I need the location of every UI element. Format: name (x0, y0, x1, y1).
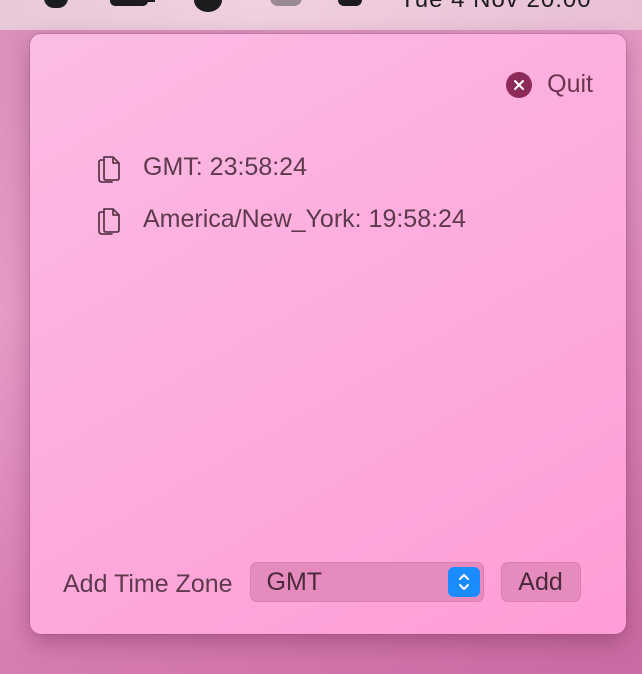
menu-bar-clock[interactable]: Tue 4 Nov 20:00 (400, 0, 592, 14)
quit-label: Quit (547, 70, 593, 98)
music-note-icon[interactable] (44, 0, 68, 8)
close-icon (506, 71, 533, 98)
speaker-icon[interactable] (270, 0, 302, 6)
menu-bar: Tue 4 Nov 20:00 (0, 0, 642, 30)
copy-icon[interactable] (95, 151, 123, 183)
timezone-popover: Quit GMT: 23:58:24 America/New_York: 19:… (30, 34, 626, 634)
copy-icon[interactable] (95, 203, 123, 235)
add-timezone-label: Add Time Zone (63, 569, 233, 598)
battery-icon[interactable] (338, 0, 362, 6)
timezone-list: GMT: 23:58:24 America/New_York: 19:58:24 (95, 141, 466, 245)
add-button[interactable]: Add (500, 562, 581, 602)
timezone-time-text: America/New_York: 19:58:24 (143, 204, 466, 233)
video-camera-icon[interactable] (110, 0, 155, 6)
timezone-item[interactable]: America/New_York: 19:58:24 (95, 193, 466, 245)
quit-button[interactable]: Quit (506, 70, 593, 99)
up-down-chevron-icon[interactable] (447, 567, 480, 597)
timezone-time-text: GMT: 23:58:24 (143, 152, 307, 181)
timezone-item[interactable]: GMT: 23:58:24 (95, 141, 466, 193)
add-timezone-bar: Add Time Zone GMT Add (63, 561, 581, 603)
timezone-select[interactable]: GMT (249, 562, 484, 602)
timezone-select-value: GMT (266, 568, 323, 596)
circle-icon[interactable] (194, 0, 222, 12)
